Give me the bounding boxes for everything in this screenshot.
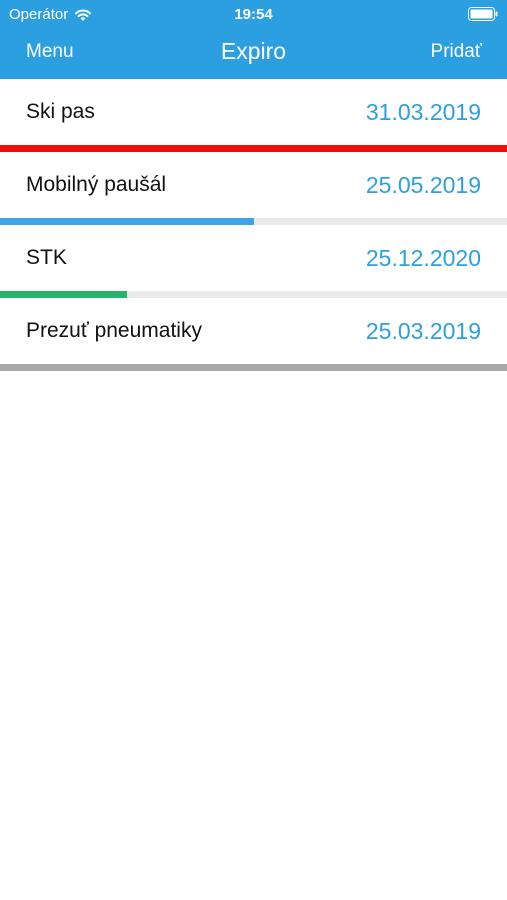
list-item[interactable]: STK 25.12.2020: [0, 225, 507, 298]
expiry-progress-fill: [0, 218, 254, 225]
add-button[interactable]: Pridať: [431, 41, 482, 63]
battery-icon: [468, 7, 498, 21]
list-item[interactable]: Mobilný paušál 25.05.2019: [0, 152, 507, 225]
item-label: Prezuť pneumatiky: [26, 319, 202, 342]
status-bar: Operátor 19:54: [0, 0, 507, 28]
status-time: 19:54: [234, 6, 273, 23]
expiry-progress-bar: [0, 218, 507, 225]
item-date: 25.03.2019: [365, 318, 481, 344]
list-item[interactable]: Prezuť pneumatiky 25.03.2019: [0, 298, 507, 371]
expiry-list: Ski pas 31.03.2019 Mobilný paušál 25.05.…: [0, 79, 507, 371]
expiry-progress-fill: [0, 364, 507, 371]
expiry-progress-bar: [0, 364, 507, 371]
item-date: 25.05.2019: [365, 172, 481, 198]
app-header: Operátor 19:54 Menu Expiro Pridať: [0, 0, 507, 79]
navigation-bar: Menu Expiro Pridať: [0, 28, 507, 79]
expiry-progress-fill: [0, 145, 507, 152]
item-date: 25.12.2020: [365, 245, 481, 271]
item-label: STK: [26, 246, 67, 269]
list-item[interactable]: Ski pas 31.03.2019: [0, 79, 507, 152]
expiry-progress-bar: [0, 291, 507, 298]
item-label: Ski pas: [26, 100, 95, 123]
item-label: Mobilný paušál: [26, 173, 167, 196]
item-date: 31.03.2019: [365, 99, 481, 125]
expiry-progress-bar: [0, 145, 507, 152]
expiry-progress-fill: [0, 291, 127, 298]
